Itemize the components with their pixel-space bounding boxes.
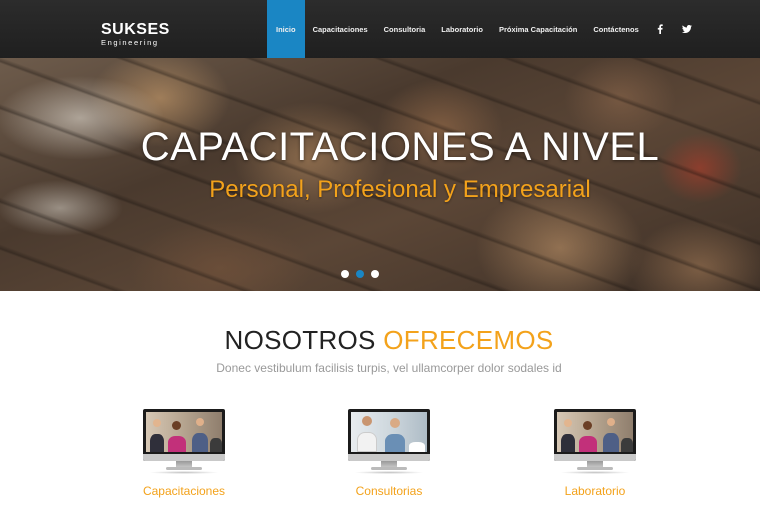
hero-title: CAPACITACIONES A NIVEL <box>140 125 660 169</box>
slider-dot-1[interactable] <box>341 270 349 278</box>
service-label: Capacitaciones <box>142 484 226 498</box>
hero-slider: CAPACITACIONES A NIVEL Personal, Profesi… <box>0 58 760 291</box>
top-navbar: SUKSES Engineering Inicio Capacitaciones… <box>0 0 760 58</box>
service-capacitaciones[interactable]: Capacitaciones <box>124 409 244 498</box>
monitor-icon <box>348 409 430 474</box>
facebook-glyph <box>658 24 663 34</box>
hero-subtitle: Personal, Profesional y Empresarial <box>209 176 591 203</box>
logo[interactable]: SUKSES Engineering <box>101 22 170 47</box>
service-label: Consultorias <box>355 484 423 498</box>
nav-item-laboratorio[interactable]: Laboratorio <box>433 0 491 58</box>
monitor-icon <box>143 409 225 474</box>
section-title-part1: NOSOTROS <box>224 325 376 355</box>
slider-pagination <box>341 270 379 278</box>
main-nav: Inicio Capacitaciones Consultoria Labora… <box>267 0 701 58</box>
section-title-part2: OFRECEMOS <box>383 325 554 355</box>
nav-item-proxima-capacitacion[interactable]: Próxima Capacitación <box>491 0 585 58</box>
monitor-icon <box>554 409 636 474</box>
twitter-glyph <box>682 25 693 33</box>
nav-item-inicio[interactable]: Inicio <box>267 0 305 58</box>
service-consultorias[interactable]: Consultorias <box>329 409 449 498</box>
facebook-icon[interactable] <box>647 0 674 58</box>
service-laboratorio[interactable]: Laboratorio <box>535 409 655 498</box>
twitter-icon[interactable] <box>674 0 701 58</box>
logo-name: SUKSES <box>101 21 170 38</box>
slider-dot-2[interactable] <box>356 270 364 278</box>
nav-item-contactenos[interactable]: Contáctenos <box>585 0 646 58</box>
nav-item-capacitaciones[interactable]: Capacitaciones <box>305 0 376 58</box>
logo-tagline: Engineering <box>101 38 159 47</box>
section-title: NOSOTROS OFRECEMOS <box>0 325 760 356</box>
slider-dot-3[interactable] <box>371 270 379 278</box>
service-label: Laboratorio <box>564 484 626 498</box>
section-subtitle: Donec vestibulum facilisis turpis, vel u… <box>216 361 562 375</box>
nav-item-consultoria[interactable]: Consultoria <box>376 0 434 58</box>
